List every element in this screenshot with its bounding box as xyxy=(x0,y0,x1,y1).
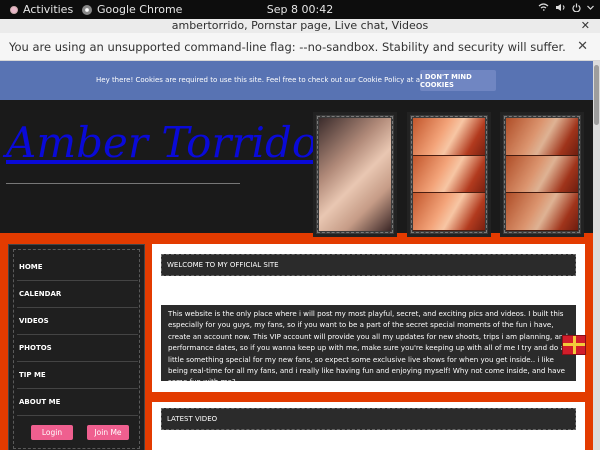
nav-photos[interactable]: PHOTOS xyxy=(19,344,52,352)
welcome-text: This website is the only place where i w… xyxy=(161,305,576,386)
nav-tip-me[interactable]: TIP ME xyxy=(19,371,46,379)
header-photo-1[interactable] xyxy=(313,112,397,237)
login-button[interactable]: Login xyxy=(31,425,73,440)
window-title-bar: ambertorrido, Pornstar page, Live chat, … xyxy=(0,19,600,33)
site-title-link[interactable]: Amber Torrido xyxy=(6,118,317,167)
power-icon xyxy=(572,3,581,12)
scrollbar-thumb[interactable] xyxy=(594,65,599,125)
accept-cookies-button[interactable]: I DON'T MIND COOKIES xyxy=(420,70,496,91)
window-close-icon[interactable]: ✕ xyxy=(581,19,590,33)
join-button[interactable]: Join Me xyxy=(87,425,129,440)
nav-divider xyxy=(17,388,138,389)
window-title: ambertorrido, Pornstar page, Live chat, … xyxy=(171,19,429,32)
cookie-text: Hey there! Cookies are required to use t… xyxy=(96,76,449,84)
photo-strip-image xyxy=(413,118,485,231)
latest-video-panel: LATEST VIDEO xyxy=(152,402,585,450)
welcome-panel: WELCOME TO MY OFFICIAL SITE This website… xyxy=(152,244,585,392)
volume-icon xyxy=(556,4,565,11)
browser-infobar: You are using an unsupported command-lin… xyxy=(0,33,600,61)
nav-divider xyxy=(17,280,138,281)
sidebar-nav: HOME CALENDAR VIDEOS PHOTOS TIP ME ABOUT… xyxy=(8,244,145,450)
nav-videos[interactable]: VIDEOS xyxy=(19,317,49,325)
header-photo-3[interactable] xyxy=(500,112,584,237)
header-divider xyxy=(6,183,240,184)
network-icon xyxy=(538,3,549,11)
page-scrollbar[interactable] xyxy=(593,61,600,450)
menu-arrow-icon xyxy=(587,5,594,10)
photo-strip-image xyxy=(506,118,578,231)
gift-icon[interactable] xyxy=(562,335,586,355)
nav-home[interactable]: HOME xyxy=(19,263,43,271)
header-photo-2[interactable] xyxy=(407,112,491,237)
portrait-image xyxy=(319,118,391,231)
infobar-close-icon[interactable]: ✕ xyxy=(577,39,588,54)
cookie-banner: Hey there! Cookies are required to use t… xyxy=(0,61,593,100)
nav-divider xyxy=(17,334,138,335)
latest-video-heading: LATEST VIDEO xyxy=(161,408,576,430)
page-viewport: Hey there! Cookies are required to use t… xyxy=(0,61,593,450)
welcome-heading: WELCOME TO MY OFFICIAL SITE xyxy=(161,254,576,276)
system-menu[interactable] xyxy=(538,3,594,12)
nav-about-me[interactable]: ABOUT ME xyxy=(19,398,60,406)
system-top-bar: Activities Google Chrome Sep 8 00:42 xyxy=(0,0,600,19)
nav-calendar[interactable]: CALENDAR xyxy=(19,290,61,298)
nav-divider xyxy=(17,415,138,416)
clock[interactable]: Sep 8 00:42 xyxy=(0,3,600,16)
infobar-message: You are using an unsupported command-lin… xyxy=(9,40,566,54)
nav-divider xyxy=(17,361,138,362)
nav-divider xyxy=(17,307,138,308)
